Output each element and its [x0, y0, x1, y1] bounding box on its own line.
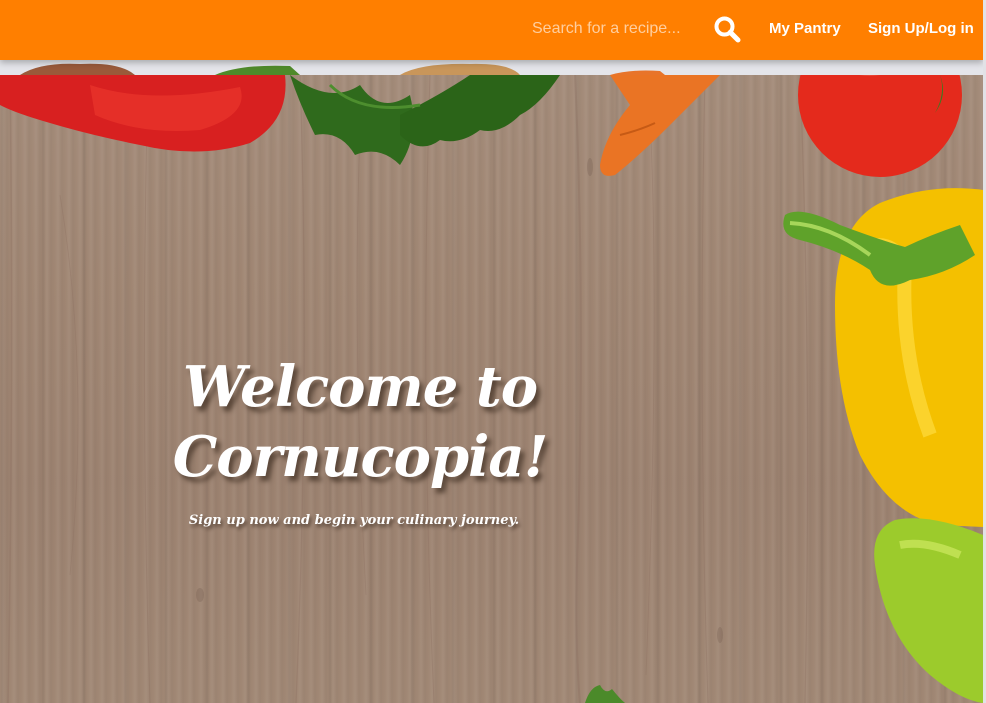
hero-subtitle: Sign up now and begin your culinary jour… [188, 513, 520, 528]
signup-login-link[interactable]: Sign Up/Log in [868, 19, 974, 39]
hero-section: Welcome to Cornucopia! Sign up now and b… [0, 75, 983, 703]
my-pantry-link[interactable]: My Pantry [769, 19, 841, 39]
top-navbar: My Pantry Sign Up/Log in [0, 0, 983, 60]
search-button[interactable] [711, 13, 743, 45]
hero-top-strip [0, 60, 983, 75]
search-icon [714, 16, 741, 43]
search-input[interactable] [524, 14, 700, 44]
hero-title: Welcome to Cornucopia! [172, 354, 549, 490]
